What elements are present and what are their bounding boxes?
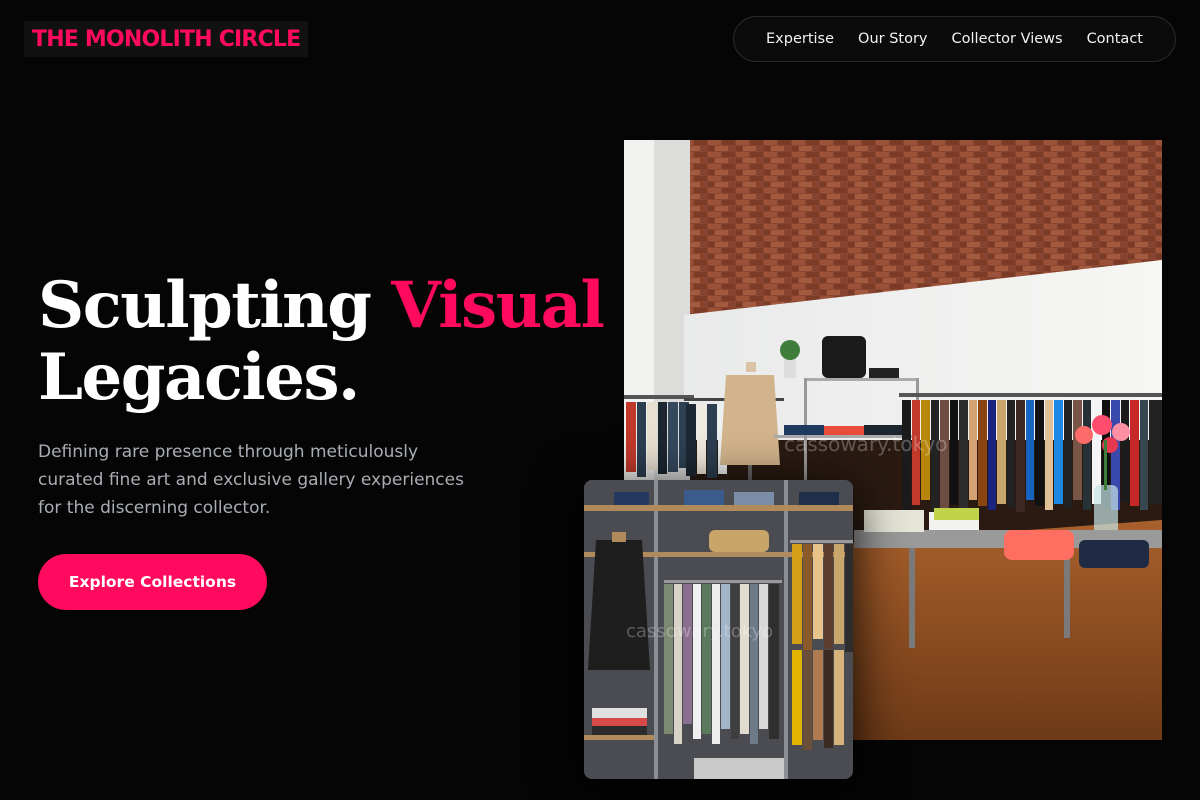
headline-part2: Legacies. <box>38 340 360 415</box>
explore-collections-button[interactable]: Explore Collections <box>38 554 267 610</box>
nav-item-expertise[interactable]: Expertise <box>766 31 834 47</box>
main-nav: Expertise Our Story Collector Views Cont… <box>733 16 1176 62</box>
brand-name: THE MONOLITH CIRCLE <box>32 26 301 52</box>
nav-item-collector-views[interactable]: Collector Views <box>952 31 1063 47</box>
nav-item-our-story[interactable]: Our Story <box>858 31 927 47</box>
headline-accent: Visual <box>391 268 605 343</box>
brand-logo[interactable]: THE MONOLITH CIRCLE <box>24 21 309 57</box>
page: THE MONOLITH CIRCLE Expertise Our Story … <box>0 0 1200 800</box>
hero-subtitle: Defining rare presence through meticulou… <box>38 442 464 518</box>
headline-part1: Sculpting <box>38 268 372 343</box>
wardrobe-rack-illustration <box>584 480 853 779</box>
nav-item-contact[interactable]: Contact <box>1087 31 1143 47</box>
wardrobe-rack-image: cassowary.tokyo <box>584 480 853 779</box>
hero-headline: Sculpting Visual Legacies. <box>38 268 605 415</box>
